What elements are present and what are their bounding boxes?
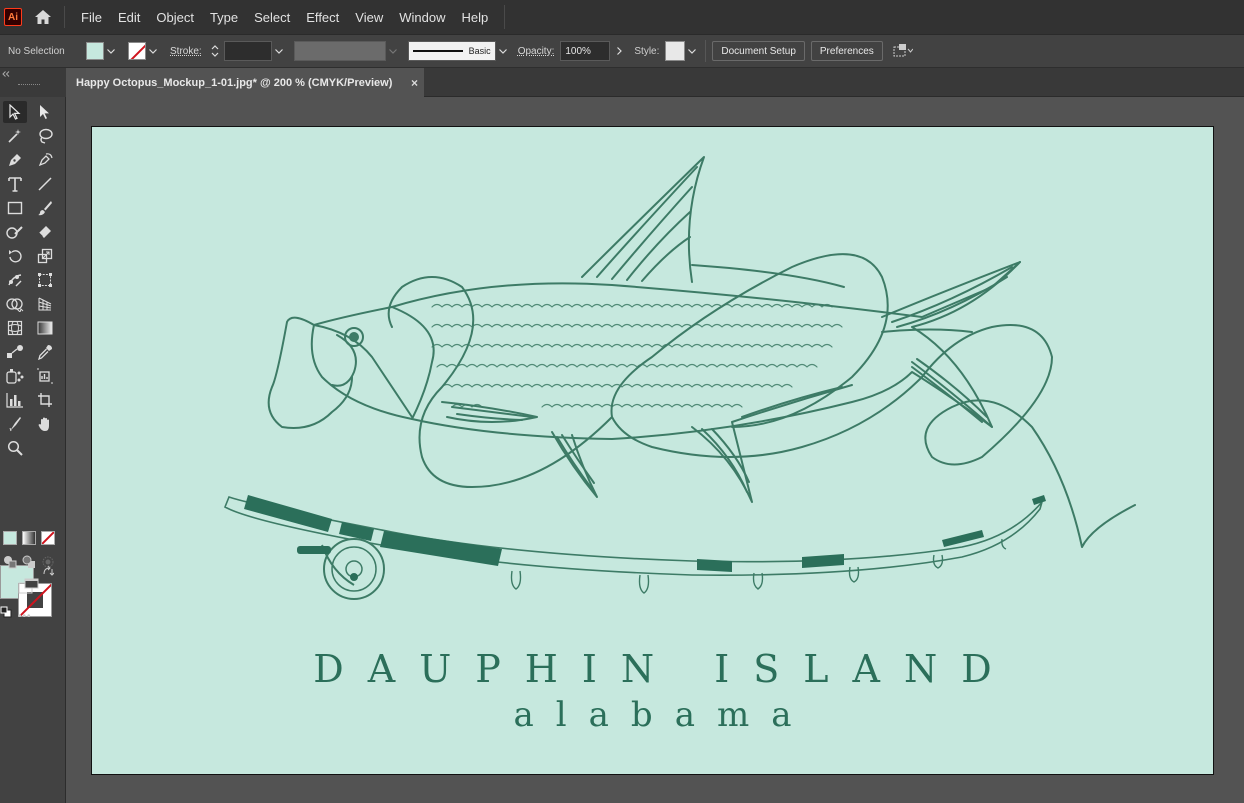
shape-builder-tool-icon[interactable] xyxy=(3,293,27,315)
app-logo: Ai xyxy=(4,8,22,26)
direct-selection-tool-icon[interactable] xyxy=(33,101,57,123)
brush-stroke-preview xyxy=(412,50,463,52)
home-icon[interactable] xyxy=(32,7,54,27)
menu-file[interactable]: File xyxy=(73,0,110,35)
stroke-weight-field[interactable] xyxy=(223,41,272,61)
mesh-tool-icon[interactable] xyxy=(3,317,27,339)
puppet-warp-tool-icon[interactable] xyxy=(3,269,27,291)
hand-tool-icon[interactable] xyxy=(33,413,57,435)
arrange-documents-icon[interactable] xyxy=(893,43,913,59)
artwork-title: DAUPHIN ISLAND xyxy=(313,647,1016,691)
menu-divider xyxy=(64,6,65,28)
fish-head xyxy=(313,306,435,420)
magic-wand-tool-icon[interactable] xyxy=(3,125,27,147)
slice-tool-icon[interactable] xyxy=(3,413,27,435)
lasso-tool-icon[interactable] xyxy=(33,125,57,147)
type-tool-icon[interactable] xyxy=(3,173,27,195)
stroke-color-swatch[interactable] xyxy=(128,42,146,60)
graphic-style-swatch[interactable] xyxy=(665,41,686,61)
draw-behind-icon[interactable] xyxy=(22,555,36,569)
document-setup-button[interactable]: Document Setup xyxy=(712,41,805,61)
rotate-tool-icon[interactable] xyxy=(3,245,27,267)
variable-width-profile xyxy=(293,41,386,61)
pen-tool-icon[interactable] xyxy=(3,149,27,171)
eraser-tool-icon[interactable] xyxy=(33,221,57,243)
toolbar-grip[interactable] xyxy=(18,84,40,87)
fill-color-swatch[interactable] xyxy=(86,42,104,60)
brush-definition[interactable]: Basic xyxy=(407,41,496,61)
opacity-label[interactable]: Opacity: xyxy=(518,46,555,57)
fish-body-outline xyxy=(310,261,1021,440)
artboard[interactable]: DAUPHIN ISLAND alabama xyxy=(91,126,1214,775)
menu-edit[interactable]: Edit xyxy=(110,0,148,35)
gradient-tool-icon[interactable] xyxy=(33,317,57,339)
stroke-weight-stepper-icon[interactable] xyxy=(208,41,222,61)
blend-tool-icon[interactable] xyxy=(3,341,27,363)
brush-name: Basic xyxy=(468,46,491,56)
stroke-color-dropdown-chevron-icon[interactable] xyxy=(146,41,160,61)
toolbar-header xyxy=(0,68,66,97)
fish-scales xyxy=(431,303,843,408)
screen-mode-icon[interactable] xyxy=(18,578,40,594)
eyedropper-tool-icon[interactable] xyxy=(33,341,57,363)
free-transform-tool-icon[interactable] xyxy=(33,269,57,291)
gradient-mode-icon[interactable] xyxy=(22,531,36,545)
menu-select[interactable]: Select xyxy=(246,0,298,35)
column-graph-settings-icon[interactable] xyxy=(33,365,57,387)
selection-status: No Selection xyxy=(8,45,65,57)
zoom-tool-icon[interactable] xyxy=(3,437,27,459)
close-icon[interactable]: × xyxy=(411,76,418,90)
menu-type[interactable]: Type xyxy=(202,0,246,35)
width-profile-chevron-icon xyxy=(386,41,400,61)
document-tab[interactable]: Happy Octopus_Mockup_1-01.jpg* @ 200 % (… xyxy=(66,68,424,97)
curvature-tool-icon[interactable] xyxy=(33,149,57,171)
brush-dropdown-chevron-icon[interactable] xyxy=(496,41,510,61)
tools-panel: ••• xyxy=(0,97,66,803)
fly-rod xyxy=(223,495,1046,600)
symbol-sprayer-tool-icon[interactable] xyxy=(3,365,27,387)
menu-view[interactable]: View xyxy=(347,0,391,35)
graph-tool-icon[interactable] xyxy=(3,389,27,411)
menu-object[interactable]: Object xyxy=(148,0,202,35)
control-bar: No Selection Stroke: Basic Opacity: 100%… xyxy=(0,35,1244,68)
edit-toolbar-more-icon[interactable]: ••• xyxy=(18,611,32,622)
stroke-label[interactable]: Stroke: xyxy=(170,46,202,57)
fly-reel xyxy=(323,538,385,600)
draw-inside-icon[interactable] xyxy=(41,555,55,569)
rectangle-tool-icon[interactable] xyxy=(3,197,27,219)
stroke-weight-dropdown-chevron-icon[interactable] xyxy=(272,41,286,61)
scale-tool-icon[interactable] xyxy=(33,245,57,267)
collapse-panel-icon[interactable] xyxy=(2,71,10,77)
paintbrush-tool-icon[interactable] xyxy=(33,197,57,219)
menu-bar: Ai File Edit Object Type Select Effect V… xyxy=(0,0,1244,35)
tail-fin xyxy=(881,261,1021,428)
document-tab-title: Happy Octopus_Mockup_1-01.jpg* @ 200 % (… xyxy=(76,76,393,89)
line-segment-tool-icon[interactable] xyxy=(33,173,57,195)
style-dropdown-chevron-icon[interactable] xyxy=(685,41,699,61)
menu-window[interactable]: Window xyxy=(391,0,453,35)
shaper-tool-icon[interactable] xyxy=(3,221,27,243)
selection-tool-icon[interactable] xyxy=(3,101,27,123)
opacity-chevron-right-icon[interactable] xyxy=(612,41,626,61)
document-tab-bar: Happy Octopus_Mockup_1-01.jpg* @ 200 % (… xyxy=(66,68,1244,97)
fill-dropdown-chevron-icon[interactable] xyxy=(104,41,118,61)
menu-effect[interactable]: Effect xyxy=(298,0,347,35)
draw-normal-icon[interactable] xyxy=(3,555,17,569)
control-divider xyxy=(705,40,707,62)
artboard-tool-icon[interactable] xyxy=(33,389,57,411)
preferences-button[interactable]: Preferences xyxy=(810,41,883,61)
artwork-subtitle: alabama xyxy=(513,695,814,735)
fly-line xyxy=(267,253,1136,548)
dorsal-fin xyxy=(581,156,705,283)
opacity-field[interactable]: 100% xyxy=(560,41,611,61)
menu-divider xyxy=(504,5,506,29)
color-mode-icon[interactable] xyxy=(3,531,17,545)
default-fill-stroke-icon[interactable] xyxy=(0,606,12,618)
menu-help[interactable]: Help xyxy=(453,0,496,35)
style-label: Style: xyxy=(634,45,660,57)
none-mode-icon[interactable] xyxy=(41,531,55,545)
perspective-grid-tool-icon[interactable] xyxy=(33,293,57,315)
